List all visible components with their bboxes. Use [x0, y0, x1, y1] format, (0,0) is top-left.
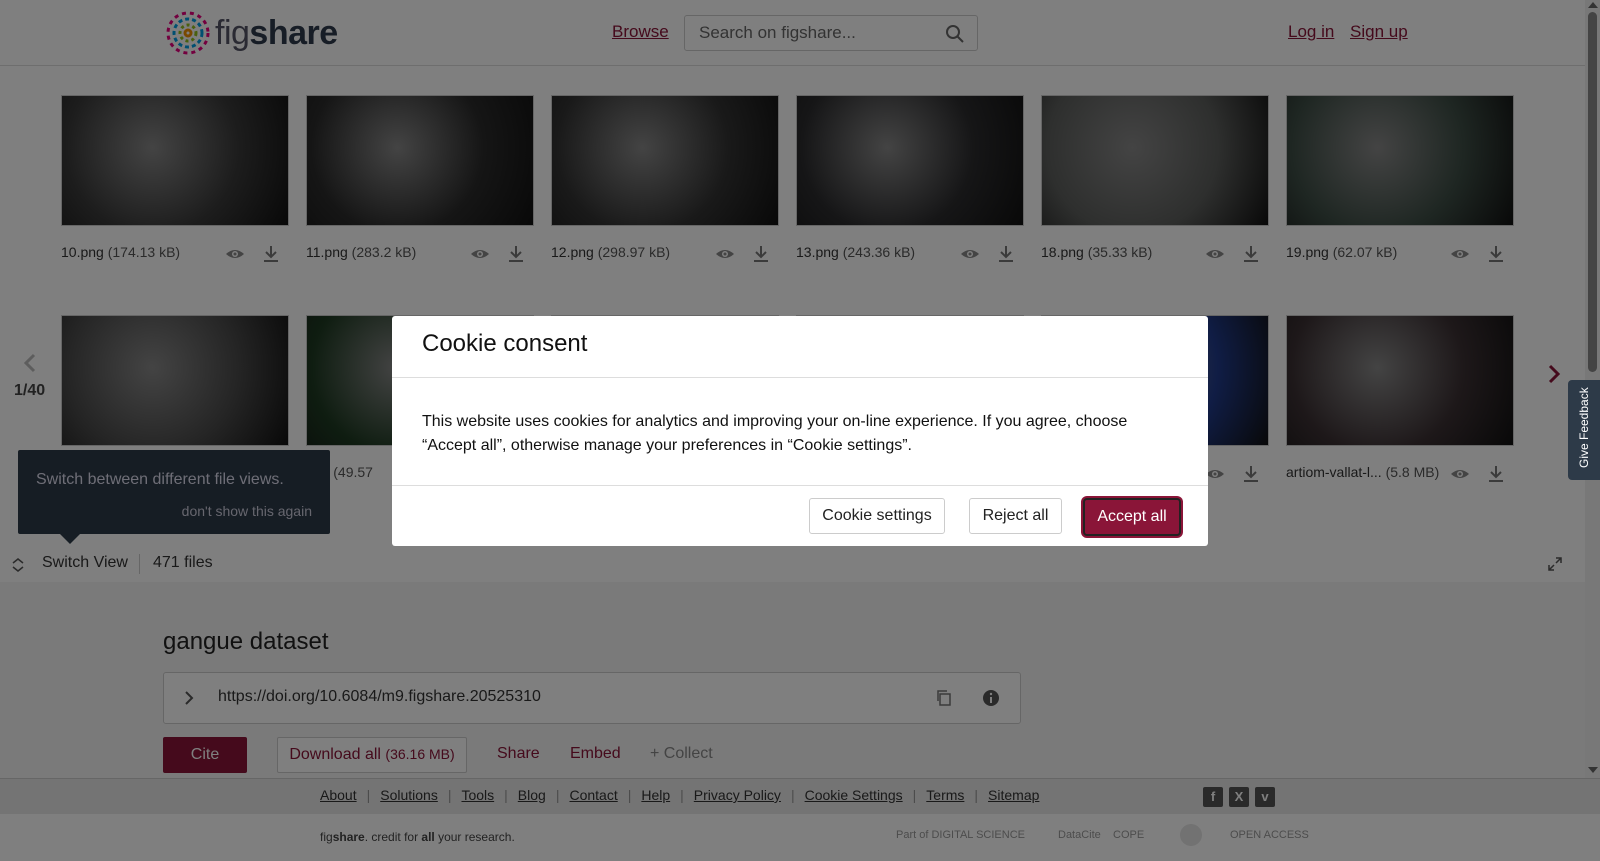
modal-body: This website uses cookies for analytics … [392, 378, 1208, 486]
accept-all-button[interactable]: Accept all [1083, 498, 1181, 536]
modal-title: Cookie consent [422, 330, 588, 357]
reject-all-button[interactable]: Reject all [969, 498, 1062, 534]
cookie-consent-modal: Cookie consent This website uses cookies… [392, 316, 1208, 546]
modal-footer: Cookie settings Reject all Accept all [392, 486, 1208, 546]
cookie-message: This website uses cookies for analytics … [422, 413, 1128, 454]
feedback-label: Give Feedback [1577, 387, 1591, 468]
cookie-settings-button[interactable]: Cookie settings [809, 498, 945, 534]
modal-header: Cookie consent [392, 316, 1208, 378]
give-feedback-tab[interactable]: Give Feedback [1568, 380, 1600, 480]
